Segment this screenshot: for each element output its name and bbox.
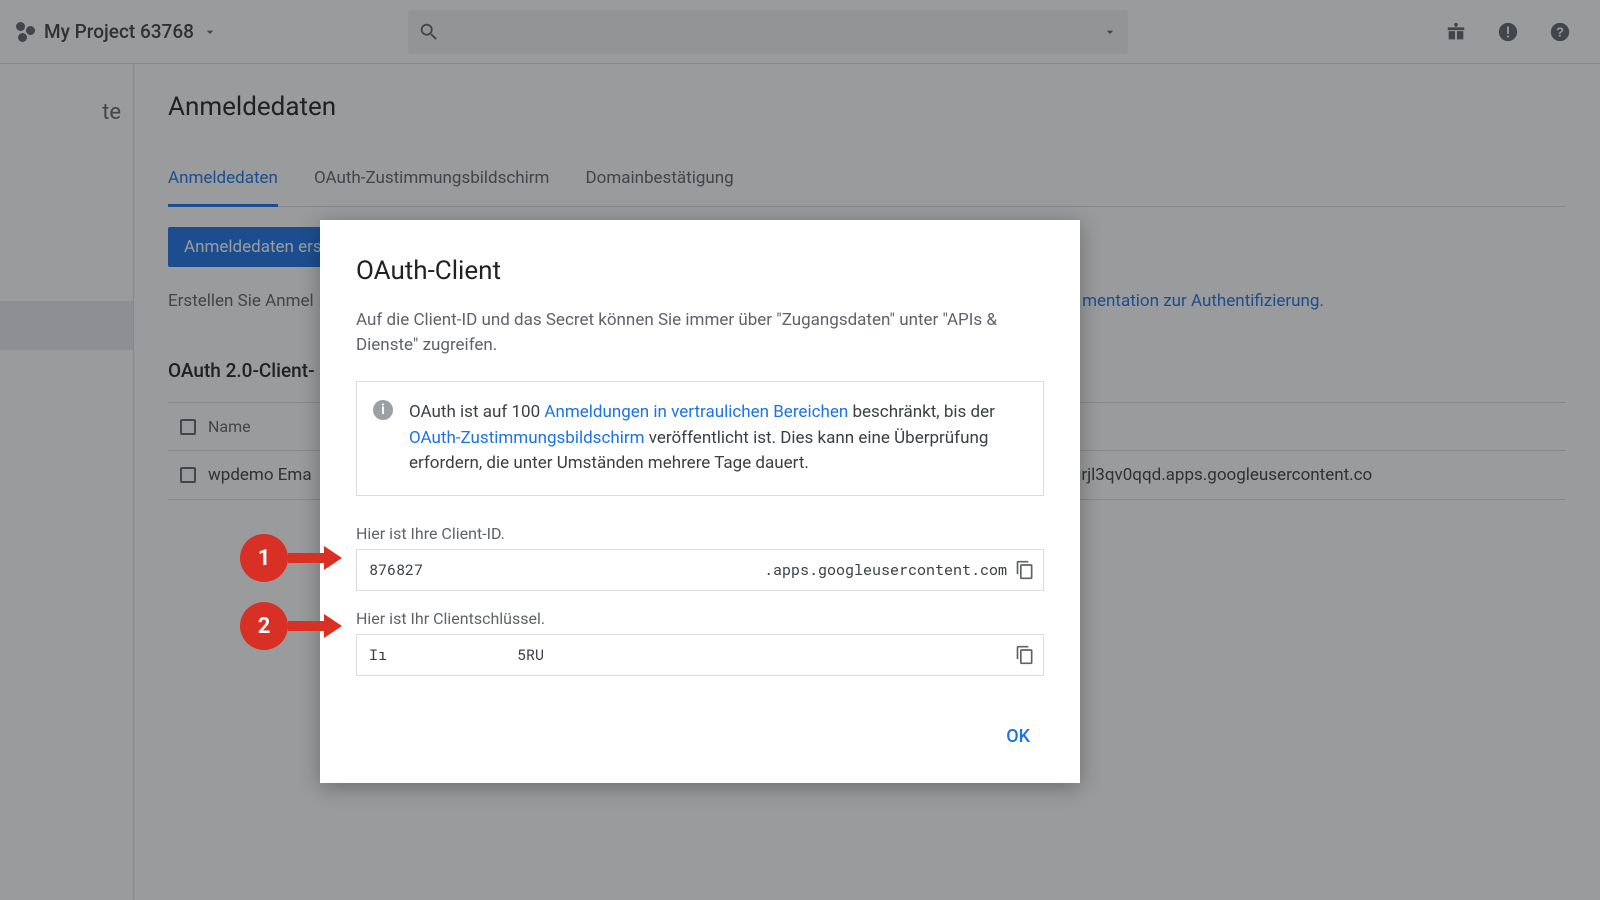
annotation-1: 1 — [240, 534, 342, 582]
client-id-prefix: 876827 — [369, 560, 423, 580]
consent-screen-link[interactable]: OAuth-Zustimmungsbildschirm — [409, 428, 645, 448]
arrow-icon — [324, 546, 342, 570]
oauth-client-dialog: OAuth-Client Auf die Client-ID und das S… — [320, 220, 1080, 783]
arrow-icon — [324, 614, 342, 638]
annotation-badge-2: 2 — [240, 602, 288, 650]
client-secret-prefix: Iı — [369, 645, 387, 665]
sensitive-scopes-link[interactable]: Anmeldungen in vertraulichen Bereichen — [544, 402, 848, 422]
client-id-label: Hier ist Ihre Client-ID. — [356, 524, 1044, 543]
client-id-suffix: .apps.googleusercontent.com — [764, 560, 1007, 580]
ok-button[interactable]: OK — [992, 718, 1044, 755]
copy-client-id-button[interactable] — [1015, 560, 1035, 580]
info-icon: i — [373, 400, 393, 420]
client-id-field[interactable]: 876827 .apps.googleusercontent.com — [356, 549, 1044, 591]
info-text-2: beschränkt, bis der — [848, 402, 995, 422]
dialog-subtitle: Auf die Client-ID und das Secret können … — [356, 308, 1044, 357]
dialog-title: OAuth-Client — [356, 256, 1044, 286]
annotation-badge-1: 1 — [240, 534, 288, 582]
copy-client-secret-button[interactable] — [1015, 645, 1035, 665]
client-secret-label: Hier ist Ihr Clientschlüssel. — [356, 609, 1044, 628]
info-text-1: OAuth ist auf 100 — [409, 402, 544, 422]
client-secret-suffix: 5RU — [517, 645, 544, 665]
info-box: i OAuth ist auf 100 Anmeldungen in vertr… — [356, 381, 1044, 496]
client-secret-field[interactable]: Iı 5RU — [356, 634, 1044, 676]
annotation-2: 2 — [240, 602, 342, 650]
